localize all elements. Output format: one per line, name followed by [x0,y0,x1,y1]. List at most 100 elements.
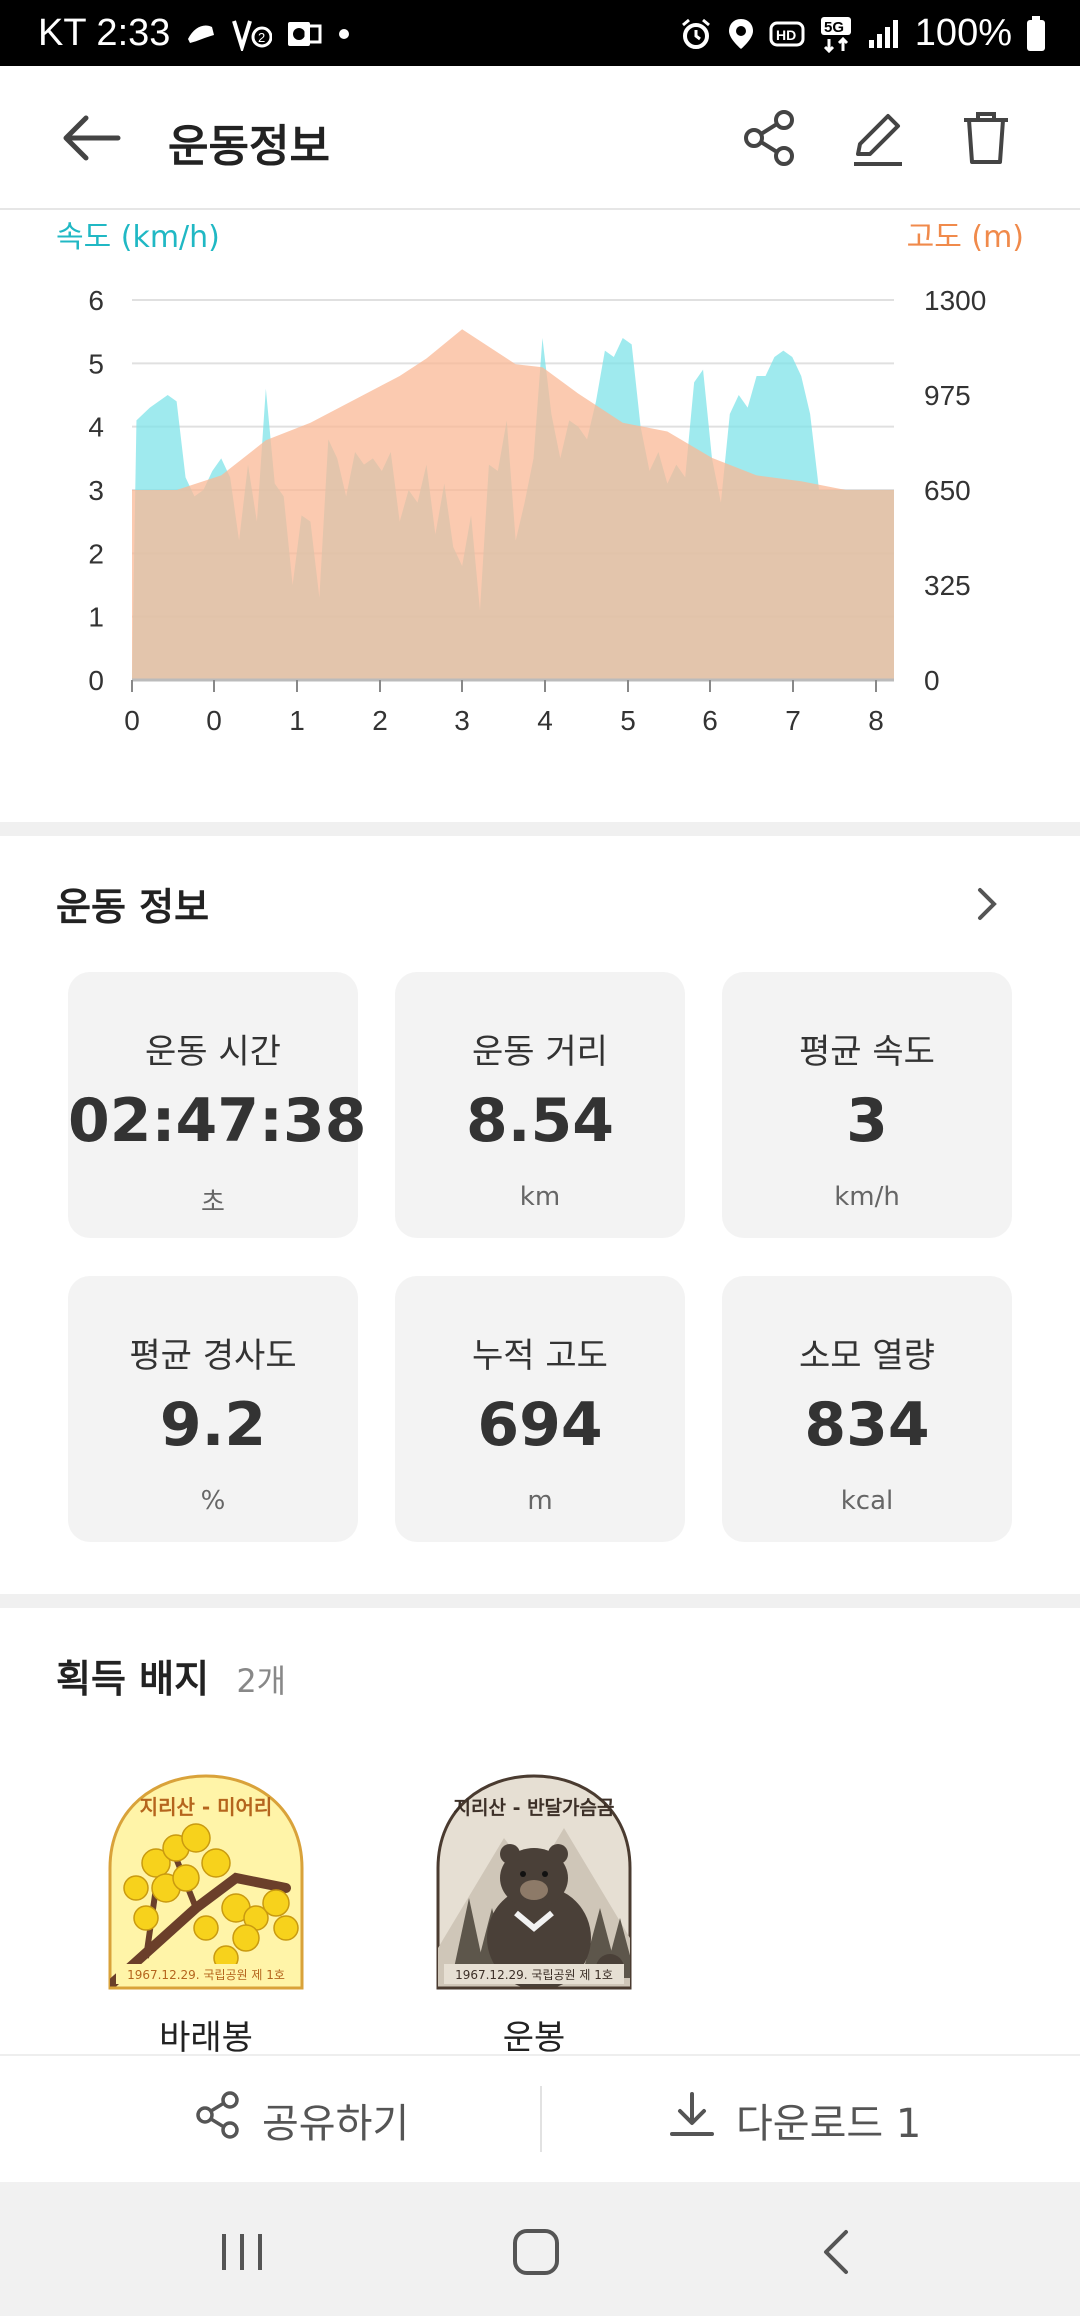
left-tick-label: 3 [88,475,104,506]
share-label: 공유하기 [262,2101,410,2147]
status-carrier-time: KT 2:33 [38,12,171,54]
svg-text:5G: 5G [824,19,844,36]
badge-title-text: 지리산 - 미어리 [140,1795,273,1819]
stat-card-calories: 소모 열량 834 kcal [722,1276,1012,1542]
download-icon [668,2090,716,2150]
recent-apps-icon[interactable] [212,2224,272,2280]
stat-unit: km/h [834,1182,900,1212]
right-tick-label: 650 [924,475,971,506]
badges-count: 2개 [236,1662,287,1700]
v2-icon: 2 [232,17,273,51]
stat-value: 9.2 [159,1390,267,1460]
left-tick-label: 4 [88,412,104,443]
x-tick-label: 4 [537,705,553,736]
home-icon[interactable] [506,2224,566,2280]
x-tick-label: 2 [372,705,388,736]
system-nav-bar [0,2182,1080,2316]
left-tick-label: 5 [88,348,104,379]
stat-label: 누적 고도 [472,1336,608,1376]
svg-text:HD: HD [776,27,796,43]
x-tick-label: 8 [868,705,884,736]
x-tick-label: 0 [124,705,140,736]
chart-plot: 6543210130097565032500 0 1 2 3 4 5 6 7 8 [88,285,986,736]
share-button[interactable]: 공유하기 [194,2056,409,2184]
share-icon[interactable] [740,108,800,168]
download-button[interactable]: 다운로드 1 [668,2056,921,2184]
stat-card-time: 운동 시간 02:47:38 초 [68,972,367,1238]
page-title: 운동정보 [168,121,330,172]
left-tick-label: 2 [88,538,104,569]
signal-icon [867,18,901,50]
stat-value: 02:47:38 [68,1086,367,1156]
download-label: 다운로드 1 [736,2101,922,2147]
stat-card-distance: 운동 거리 8.54 km [395,972,685,1238]
chevron-right-icon[interactable] [970,882,1004,926]
right-tick-label: 1300 [924,285,986,316]
badge-subtitle-text: 1967.12.29. 국립공원 제 1호 [455,1968,613,1982]
stat-value: 3 [846,1086,888,1156]
badge-title-text: 지리산 - 반달가슴곰 [454,1797,615,1819]
badges-title-text: 획득 배지 [56,1657,210,1701]
outlook-icon [286,18,322,50]
right-tick-label: 975 [924,380,971,411]
dot-icon [336,26,352,42]
stat-label: 소모 열량 [799,1336,935,1376]
left-tick-label: 0 [88,665,104,696]
x-tick-label: 0 [206,705,222,736]
x-tick-label: 1 [289,705,305,736]
edit-icon[interactable] [848,108,908,168]
nav-back-icon[interactable] [808,2224,868,2280]
stat-value: 834 [804,1390,930,1460]
workout-info-title: 운동 정보 [56,885,210,929]
svg-text:2: 2 [258,30,265,45]
status-bar: KT 2:33 2 HD 5G 100% [0,0,1080,66]
badge-name: 바래봉 [159,2018,253,2058]
battery-icon [1026,15,1046,52]
altitude-axis-title: 고도 (m) [906,220,1024,255]
x-tick-label: 6 [702,705,718,736]
x-tick-label: 7 [785,705,801,736]
stat-label: 운동 거리 [472,1032,608,1072]
5g-icon: 5G [819,15,853,53]
stat-unit: 초 [201,1188,225,1218]
trash-icon[interactable] [956,108,1016,168]
stat-unit: % [200,1486,226,1516]
back-arrow-icon[interactable] [60,112,124,164]
app-bar: 운동정보 [0,66,1080,210]
badge-name: 운봉 [502,2018,566,2058]
location-icon [727,17,755,51]
stat-unit: m [527,1486,553,1516]
hd-icon: HD [769,19,805,49]
badge-item[interactable]: 지리산 - 미어리 1967.12.29. 국립공원 제 1호 바래봉 [86,1768,326,2059]
badge-item[interactable]: 지리산 - 반달가슴곰 1967.12.29. 국립공원 제 1호 운봉 [414,1768,654,2059]
stat-label: 평균 속도 [799,1032,935,1072]
stat-card-avg-speed: 평균 속도 3 km/h [722,972,1012,1238]
section-divider [0,822,1080,836]
speed-altitude-chart: 속도 (km/h) 고도 (m) 6 5 4 3 2 1 0 1300 975 650 325 0 0 0… [0,208,1080,820]
badge-subtitle-text: 1967.12.29. 국립공원 제 1호 [127,1968,285,1982]
stat-unit: km [519,1182,561,1212]
speed-axis-title: 속도 (km/h) [56,220,220,255]
stat-label: 평균 경사도 [129,1336,297,1376]
shoe-icon [184,17,218,51]
action-separator [540,2086,542,2152]
badge-flower-image: 지리산 - 미어리 1967.12.29. 국립공원 제 1호 [108,1774,304,1990]
badges-title: 획득 배지 2개 [56,1648,286,1703]
bottom-action-bar: 공유하기 다운로드 1 [0,2054,1080,2184]
right-tick-label: 0 [924,665,940,696]
left-tick-label: 1 [88,602,104,633]
stat-value: 8.54 [465,1086,615,1156]
right-tick-label: 325 [924,570,971,601]
badge-bear-image: 지리산 - 반달가슴곰 1967.12.29. 국립공원 제 1호 [436,1774,632,1990]
x-tick-label: 5 [620,705,636,736]
stat-unit: kcal [840,1486,894,1516]
battery-percent: 100% [914,12,1012,54]
stat-value: 694 [477,1390,603,1460]
stat-label: 운동 시간 [145,1032,281,1072]
x-tick-label: 3 [454,705,470,736]
alarm-icon [679,17,713,51]
stat-card-elevation-gain: 누적 고도 694 m [395,1276,685,1542]
stat-card-avg-slope: 평균 경사도 9.2 % [68,1276,358,1542]
left-tick-label: 6 [88,285,104,316]
section-divider [0,1594,1080,1608]
